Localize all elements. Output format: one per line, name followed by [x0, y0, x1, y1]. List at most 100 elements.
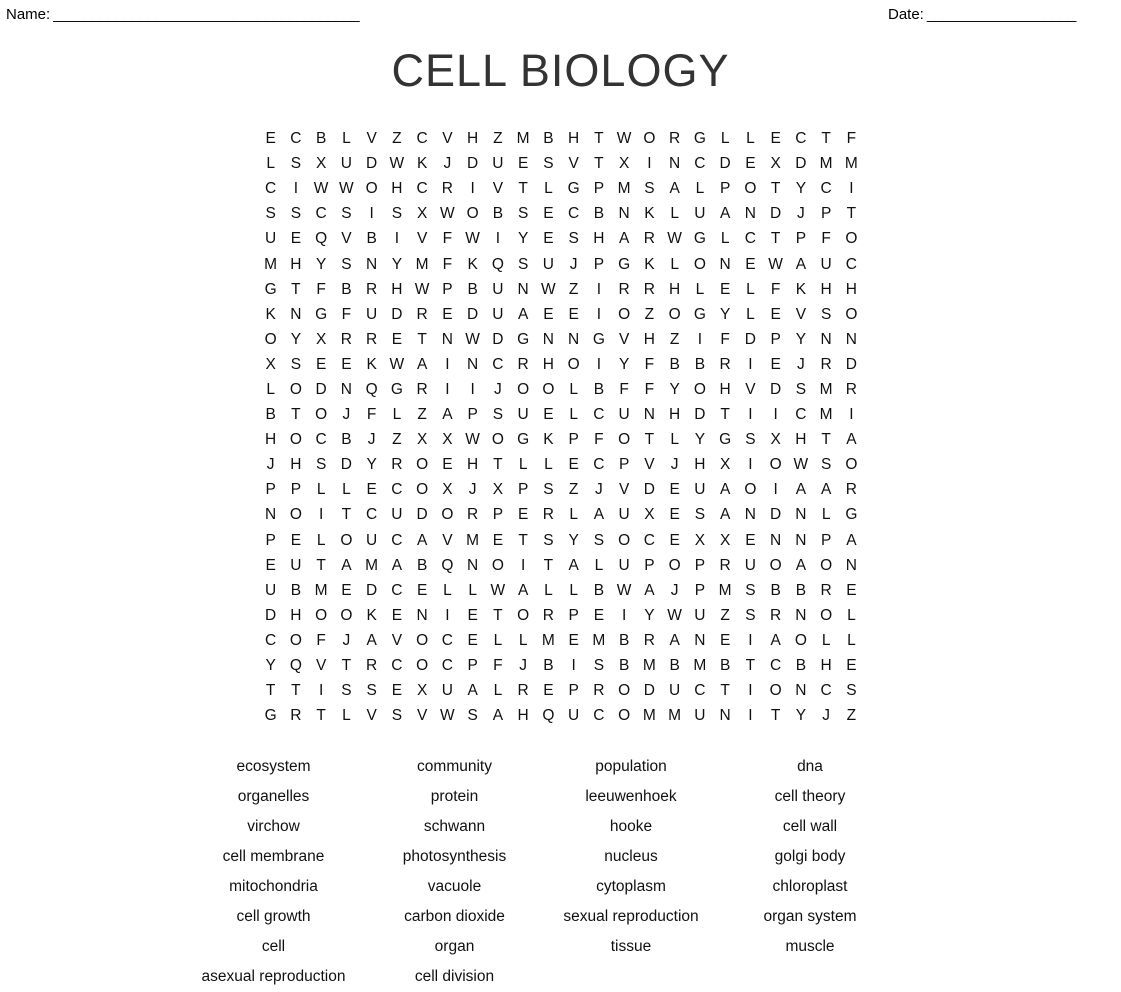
grid-cell[interactable]: D [309, 377, 334, 402]
grid-cell[interactable]: G [309, 302, 334, 327]
grid-cell[interactable]: Z [410, 402, 435, 427]
grid-cell[interactable]: J [511, 653, 536, 678]
grid-cell[interactable]: R [435, 176, 460, 201]
grid-cell[interactable]: O [687, 377, 712, 402]
grid-cell[interactable]: X [410, 678, 435, 703]
grid-cell[interactable]: T [410, 327, 435, 352]
grid-cell[interactable]: F [309, 628, 334, 653]
grid-cell[interactable]: B [334, 277, 359, 302]
grid-cell[interactable]: L [511, 452, 536, 477]
grid-cell[interactable]: P [586, 176, 611, 201]
grid-cell[interactable]: O [309, 402, 334, 427]
word-list-item[interactable]: vacuole [367, 878, 542, 896]
grid-cell[interactable]: B [485, 201, 510, 226]
grid-cell[interactable]: R [839, 377, 864, 402]
grid-cell[interactable]: V [359, 703, 384, 728]
grid-cell[interactable]: G [612, 252, 637, 277]
grid-cell[interactable]: E [309, 352, 334, 377]
grid-cell[interactable]: P [713, 176, 738, 201]
grid-cell[interactable]: H [283, 252, 308, 277]
word-list-item[interactable]: mitochondria [180, 878, 367, 896]
grid-cell[interactable]: V [435, 528, 460, 553]
grid-cell[interactable]: L [334, 126, 359, 151]
grid-cell[interactable]: W [460, 327, 485, 352]
grid-cell[interactable]: H [384, 277, 409, 302]
grid-cell[interactable]: I [586, 352, 611, 377]
word-list-item[interactable]: organ system [720, 908, 900, 926]
grid-cell[interactable]: I [283, 176, 308, 201]
grid-cell[interactable]: L [814, 628, 839, 653]
grid-cell[interactable]: N [738, 502, 763, 527]
grid-cell[interactable]: J [561, 252, 586, 277]
grid-cell[interactable]: F [612, 377, 637, 402]
grid-cell[interactable]: H [460, 126, 485, 151]
grid-cell[interactable]: O [485, 427, 510, 452]
grid-cell[interactable]: C [763, 653, 788, 678]
grid-cell[interactable]: J [814, 703, 839, 728]
grid-cell[interactable]: L [561, 402, 586, 427]
grid-cell[interactable]: D [410, 502, 435, 527]
grid-cell[interactable]: J [435, 151, 460, 176]
grid-cell[interactable]: I [435, 603, 460, 628]
grid-cell[interactable]: E [511, 151, 536, 176]
grid-cell[interactable]: Z [384, 427, 409, 452]
grid-cell[interactable]: A [788, 553, 813, 578]
grid-cell[interactable]: O [763, 452, 788, 477]
grid-cell[interactable]: S [258, 201, 283, 226]
grid-cell[interactable]: M [309, 578, 334, 603]
grid-cell[interactable]: C [637, 528, 662, 553]
grid-cell[interactable]: L [460, 578, 485, 603]
grid-cell[interactable]: U [687, 703, 712, 728]
grid-cell[interactable]: I [612, 603, 637, 628]
grid-cell[interactable]: R [536, 502, 561, 527]
grid-cell[interactable]: U [687, 477, 712, 502]
grid-cell[interactable]: J [586, 477, 611, 502]
grid-cell[interactable]: T [334, 502, 359, 527]
grid-cell[interactable]: A [359, 628, 384, 653]
grid-cell[interactable]: D [763, 377, 788, 402]
grid-cell[interactable]: M [814, 151, 839, 176]
grid-cell[interactable]: C [410, 126, 435, 151]
grid-cell[interactable]: C [687, 151, 712, 176]
grid-cell[interactable]: W [334, 176, 359, 201]
grid-cell[interactable]: X [763, 151, 788, 176]
grid-cell[interactable]: C [586, 703, 611, 728]
grid-cell[interactable]: I [460, 176, 485, 201]
grid-cell[interactable]: O [662, 553, 687, 578]
grid-cell[interactable]: B [662, 653, 687, 678]
grid-cell[interactable]: A [713, 201, 738, 226]
grid-cell[interactable]: X [309, 151, 334, 176]
grid-cell[interactable]: C [258, 176, 283, 201]
grid-cell[interactable]: L [309, 528, 334, 553]
grid-cell[interactable]: O [485, 553, 510, 578]
grid-cell[interactable]: N [637, 402, 662, 427]
grid-cell[interactable]: I [738, 352, 763, 377]
word-list-item[interactable]: leeuwenhoek [542, 788, 720, 806]
grid-cell[interactable]: T [485, 603, 510, 628]
grid-cell[interactable]: I [687, 327, 712, 352]
grid-cell[interactable]: V [561, 151, 586, 176]
grid-cell[interactable]: X [309, 327, 334, 352]
grid-cell[interactable]: D [713, 151, 738, 176]
grid-cell[interactable]: C [359, 502, 384, 527]
word-list-item[interactable]: organ [367, 938, 542, 956]
grid-cell[interactable]: W [612, 578, 637, 603]
grid-cell[interactable]: Y [309, 252, 334, 277]
grid-cell[interactable]: K [637, 201, 662, 226]
grid-cell[interactable]: E [485, 528, 510, 553]
grid-cell[interactable]: U [258, 578, 283, 603]
grid-cell[interactable]: K [359, 352, 384, 377]
grid-cell[interactable]: M [814, 377, 839, 402]
grid-cell[interactable]: P [561, 427, 586, 452]
grid-cell[interactable]: L [662, 252, 687, 277]
grid-cell[interactable]: C [814, 678, 839, 703]
grid-cell[interactable]: X [485, 477, 510, 502]
grid-cell[interactable]: O [814, 553, 839, 578]
grid-cell[interactable]: A [334, 553, 359, 578]
grid-cell[interactable]: J [334, 402, 359, 427]
grid-cell[interactable]: N [334, 377, 359, 402]
grid-cell[interactable]: O [612, 427, 637, 452]
grid-cell[interactable]: B [763, 578, 788, 603]
grid-cell[interactable]: V [410, 703, 435, 728]
grid-cell[interactable]: R [713, 352, 738, 377]
